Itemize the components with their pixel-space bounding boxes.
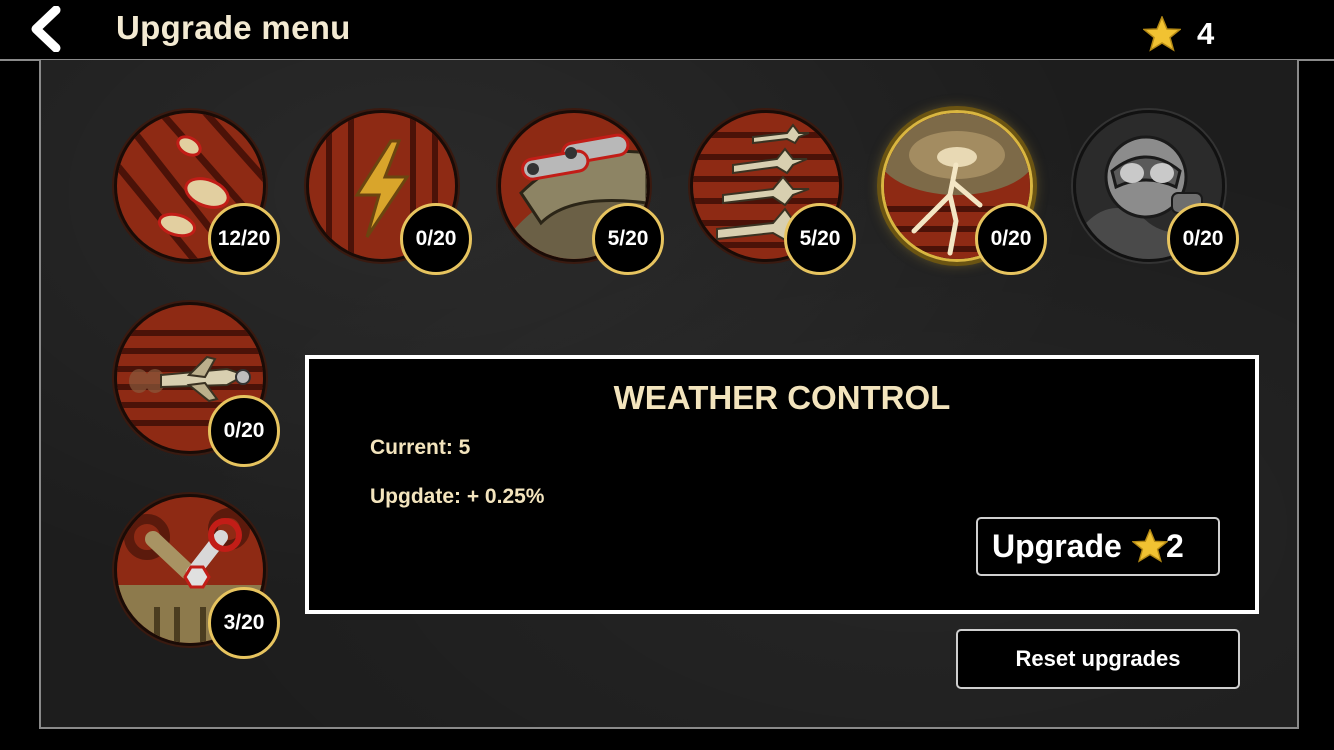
upgrade-lightning[interactable]: 0/20	[306, 110, 486, 290]
upgrade-repair[interactable]: 3/20	[114, 494, 294, 674]
reset-upgrades-button[interactable]: Reset upgrades	[956, 629, 1240, 689]
upgrade-progress-badge: 0/20	[400, 203, 472, 275]
upgrade-progress-badge: 3/20	[208, 587, 280, 659]
star-counter: 4	[1143, 14, 1233, 54]
star-icon	[1143, 16, 1181, 52]
upgrade-progress-badge: 12/20	[208, 203, 280, 275]
upgrade-progress-badge: 0/20	[208, 395, 280, 467]
upgrade-progress-badge: 0/20	[975, 203, 1047, 275]
page-title: Upgrade menu	[116, 9, 351, 46]
upgrade-update-value: Upgdate: + 0.25%	[370, 485, 545, 508]
upgrade-detail-panel: WEATHER CONTROL Current: 5 Upgdate: + 0.…	[305, 355, 1259, 614]
top-bar: Upgrade menu 4	[0, 0, 1334, 61]
star-count-value: 4	[1197, 16, 1215, 51]
upgrade-progress-badge: 5/20	[592, 203, 664, 275]
upgrade-pilot-helmet[interactable]: 0/20	[1073, 110, 1253, 290]
upgrade-button[interactable]: Upgrade 2	[976, 517, 1220, 576]
upgrade-current-value: Current: 5	[370, 436, 471, 459]
upgrade-weather-control[interactable]: 0/20	[881, 110, 1061, 290]
upgrade-cannons[interactable]: 5/20	[498, 110, 678, 290]
upgrade-cost: 2	[1166, 528, 1184, 564]
upgrade-progress-badge: 0/20	[1167, 203, 1239, 275]
star-icon	[1132, 529, 1168, 563]
upgrade-plane-squadron[interactable]: 5/20	[690, 110, 870, 290]
upgrade-fast-plane[interactable]: 0/20	[114, 302, 294, 482]
upgrade-progress-badge: 5/20	[784, 203, 856, 275]
chevron-left-icon	[31, 5, 61, 53]
upgrade-bullets[interactable]: 12/20	[114, 110, 294, 290]
upgrade-button-label: Upgrade	[992, 528, 1122, 564]
upgrade-detail-title: WEATHER CONTROL	[613, 379, 951, 416]
back-button[interactable]	[22, 5, 72, 53]
